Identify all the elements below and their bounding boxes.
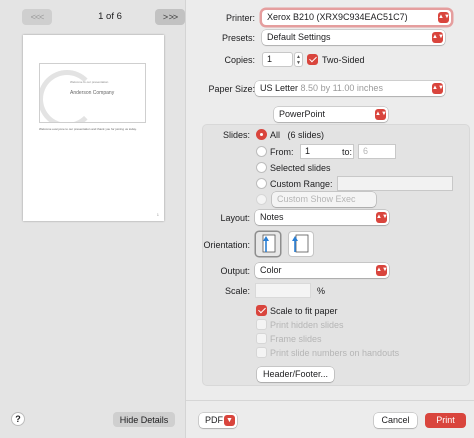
print-button[interactable]: Print xyxy=(425,413,466,428)
print-slide-numbers-checkbox[interactable] xyxy=(256,347,267,358)
layout-value: Notes xyxy=(260,212,284,222)
help-button[interactable]: ? xyxy=(11,412,25,426)
to-label: to: xyxy=(342,147,353,157)
output-popup[interactable]: Color ▲▼ xyxy=(255,263,389,278)
app-settings-popup[interactable]: PowerPoint ▲▼ xyxy=(274,107,388,122)
print-hidden-label: Print hidden slides xyxy=(270,320,344,330)
header-footer-label: Header/Footer... xyxy=(262,369,329,379)
paper-size-label: Paper Size: xyxy=(208,84,255,94)
slides-from-radio[interactable] xyxy=(256,146,267,157)
updown-chevron-icon: ▲▼ xyxy=(432,32,444,43)
to-input[interactable]: 6 xyxy=(358,144,396,159)
printer-popup[interactable]: Xerox B210 (XRX9C934EAC51C7) ▲▼ xyxy=(262,10,451,25)
updown-chevron-icon: ▲▼ xyxy=(376,212,388,223)
scale-input[interactable] xyxy=(255,283,311,298)
page-preview-thumbnail: Welcome to our presentation Anderson Com… xyxy=(23,35,164,221)
two-sided-checkbox[interactable] xyxy=(307,54,318,65)
selected-slides-radio[interactable] xyxy=(256,162,267,173)
all-text: All xyxy=(270,130,281,140)
updown-chevron-icon: ▲▼ xyxy=(432,83,444,94)
presets-value: Default Settings xyxy=(267,32,331,42)
chevron-down-icon: ▼ xyxy=(224,415,235,426)
printer-label: Printer: xyxy=(225,13,255,23)
custom-range-input[interactable] xyxy=(337,176,453,191)
all-count-text: (6 slides) xyxy=(287,130,325,140)
orientation-portrait-button[interactable] xyxy=(256,232,280,256)
slide-subtitle: Welcome to our presentation xyxy=(70,80,109,84)
frame-slides-checkbox[interactable] xyxy=(256,333,267,344)
copies-value: 1 xyxy=(267,54,273,64)
preview-pane: <<< 1 of 6 > >> Welcome to our presentat… xyxy=(0,0,186,438)
page-indicator: 1 of 6 xyxy=(98,11,122,22)
hide-details-label: Hide Details xyxy=(119,414,169,425)
scale-to-fit-label: Scale to fit paper xyxy=(270,306,338,316)
print-slide-numbers-label: Print slide numbers on handouts xyxy=(270,348,400,358)
presets-popup[interactable]: Default Settings ▲▼ xyxy=(262,30,445,45)
custom-range-label: Custom Range: xyxy=(270,179,333,189)
custom-show-value: Custom Show Exec xyxy=(277,194,356,204)
dialog-footer: PDF ▼ Cancel Print xyxy=(186,400,474,438)
powerpoint-options-panel xyxy=(202,124,470,386)
custom-show-popup[interactable]: Custom Show Exec xyxy=(272,192,376,207)
copies-stepper[interactable]: ▲ ▼ xyxy=(294,52,303,67)
pdf-menu-button[interactable]: PDF ▼ xyxy=(199,413,237,428)
output-label: Output: xyxy=(220,266,250,276)
selected-slides-label: Selected slides xyxy=(270,163,331,173)
orientation-landscape-button[interactable] xyxy=(289,232,313,256)
custom-range-radio[interactable] xyxy=(256,178,267,189)
layout-label: Layout: xyxy=(220,213,250,223)
preview-page-number: 1 xyxy=(156,212,159,217)
slides-all-label: All (6 slides) xyxy=(270,130,324,140)
scale-label: Scale: xyxy=(224,286,250,296)
app-settings-value: PowerPoint xyxy=(279,109,326,119)
copies-label: Copies: xyxy=(224,55,255,65)
slide-notes-text: Welcome everyone to our presentation and… xyxy=(39,127,137,131)
printer-value: Xerox B210 (XRX9C934EAC51C7) xyxy=(267,12,408,22)
from-value: 1 xyxy=(305,146,311,156)
to-value: 6 xyxy=(363,146,369,156)
from-label: From: xyxy=(270,147,294,157)
output-value: Color xyxy=(260,265,282,275)
slide-decoration-arc xyxy=(40,70,96,122)
next-page-button[interactable]: > >> xyxy=(155,9,185,25)
scale-unit: % xyxy=(317,286,326,296)
slides-all-radio[interactable] xyxy=(256,129,267,140)
presets-label: Presets: xyxy=(221,33,255,43)
cancel-button[interactable]: Cancel xyxy=(374,413,417,428)
prev-double-chevron-icon: <<< xyxy=(30,12,45,22)
updown-chevron-icon: ▲▼ xyxy=(375,109,387,120)
slides-label: Slides: xyxy=(222,130,250,140)
print-label: Print xyxy=(436,415,455,425)
paper-size-popup[interactable]: US Letter 8.50 by 11.00 inches ▲▼ xyxy=(255,81,445,96)
previous-page-button[interactable]: <<< xyxy=(22,9,52,25)
slide-thumbnail: Welcome to our presentation Anderson Com… xyxy=(39,63,146,123)
slide-title: Anderson Company xyxy=(70,90,115,96)
question-mark-icon: ? xyxy=(15,414,21,424)
portrait-orientation-icon xyxy=(262,234,276,253)
next-double-chevron-icon: > >> xyxy=(162,12,178,22)
custom-show-radio[interactable] xyxy=(256,194,267,205)
updown-chevron-icon: ▲▼ xyxy=(438,12,450,23)
print-hidden-checkbox[interactable] xyxy=(256,319,267,330)
scale-to-fit-checkbox[interactable] xyxy=(256,305,267,316)
orientation-label: Orientation: xyxy=(203,240,250,250)
copies-input[interactable]: 1 xyxy=(262,52,293,67)
paper-size-value: US Letter xyxy=(260,83,299,93)
cancel-label: Cancel xyxy=(381,415,410,425)
paper-size-detail: 8.50 by 11.00 inches xyxy=(300,83,383,93)
two-sided-label: Two-Sided xyxy=(322,55,365,65)
updown-chevron-icon: ▲▼ xyxy=(376,265,388,276)
print-settings-pane: Printer: Xerox B210 (XRX9C934EAC51C7) ▲▼… xyxy=(186,0,474,438)
frame-slides-label: Frame slides xyxy=(270,334,322,344)
layout-popup[interactable]: Notes ▲▼ xyxy=(255,210,389,225)
header-footer-button[interactable]: Header/Footer... xyxy=(257,367,334,382)
pdf-label: PDF xyxy=(205,415,223,425)
landscape-orientation-icon xyxy=(292,234,309,253)
hide-details-button[interactable]: Hide Details xyxy=(113,412,175,427)
